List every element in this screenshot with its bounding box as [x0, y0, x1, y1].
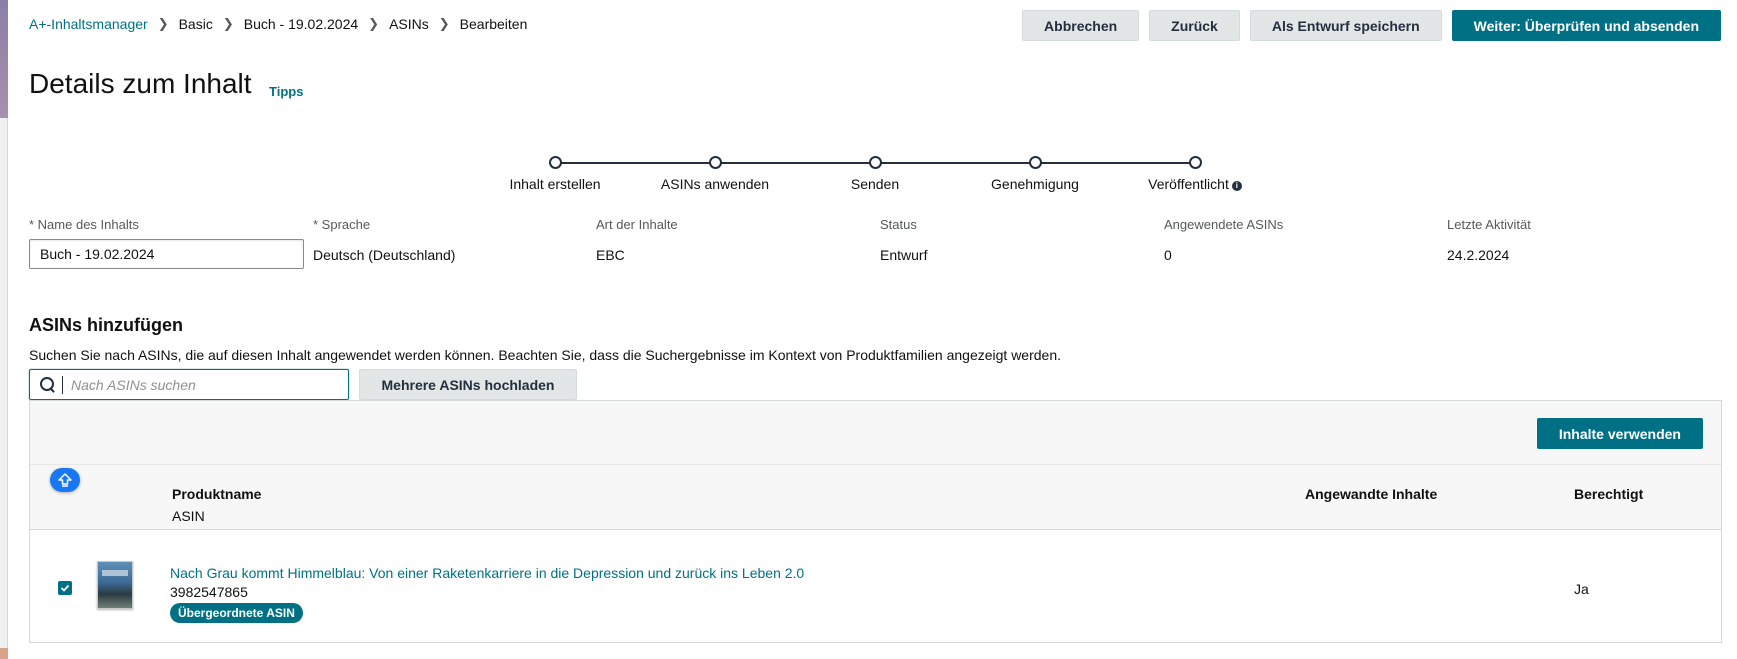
detail-value: Entwurf — [880, 247, 928, 263]
detail-label: * Sprache — [313, 217, 371, 232]
book-cover-thumbnail — [97, 561, 133, 609]
eligible-value: Ja — [1574, 581, 1589, 597]
parent-asin-badge: Übergeordnete ASIN — [170, 603, 303, 623]
asin-table: Inhalte verwenden Produktname ASIN Angew… — [29, 400, 1722, 643]
search-icon — [40, 376, 56, 393]
side-panel-edge — [0, 118, 8, 648]
breadcrumb-item-asins: ASINs — [389, 16, 429, 32]
step-label: Veröffentlicht i — [1115, 176, 1275, 192]
step-published: Veröffentlicht i — [1115, 156, 1275, 192]
column-header-asin: ASIN — [172, 508, 205, 524]
step-apply-asins: ASINs anwenden — [635, 156, 795, 192]
detail-label: Angewendete ASINs — [1164, 217, 1284, 232]
cancel-button[interactable]: Abbrechen — [1022, 10, 1140, 41]
step-circle-icon — [1188, 156, 1202, 169]
step-circle-icon — [868, 156, 882, 169]
step-circle-icon — [1028, 156, 1042, 169]
detail-value: 24.2.2024 — [1447, 247, 1510, 263]
step-create-content: Inhalt erstellen — [475, 156, 635, 192]
step-send: Senden — [795, 156, 955, 192]
column-header-product[interactable]: Produktname ASIN — [172, 486, 261, 524]
save-draft-button[interactable]: Als Entwurf speichern — [1249, 10, 1442, 41]
detail-value: EBC — [596, 247, 625, 263]
asin-search-box — [29, 369, 349, 400]
back-button[interactable]: Zurück — [1149, 10, 1240, 41]
use-content-button[interactable]: Inhalte verwenden — [1536, 418, 1703, 449]
column-header-product-name: Produktname — [172, 486, 262, 502]
detail-label: Status — [880, 217, 917, 232]
column-header-applied-content[interactable]: Angewandte Inhalte — [1305, 486, 1437, 502]
detail-label: Art der Inhalte — [596, 217, 678, 232]
row-checkbox[interactable] — [58, 581, 72, 595]
desktop-edge — [0, 0, 8, 659]
chevron-right-icon: ❯ — [157, 16, 169, 31]
detail-applied-asins: Angewendete ASINs 0 — [1164, 217, 1283, 263]
step-label-text: Veröffentlicht — [1148, 176, 1229, 192]
breadcrumb: A+-Inhaltsmanager ❯ Basic ❯ Buch - 19.02… — [29, 16, 527, 32]
detail-label: * Name des Inhalts — [29, 217, 139, 232]
detail-content-name: * Name des Inhalts — [29, 217, 304, 269]
next-review-submit-button[interactable]: Weiter: Überprüfen und absenden — [1451, 10, 1721, 41]
step-approval: Genehmigung — [955, 156, 1115, 192]
action-bar: Abbrechen Zurück Als Entwurf speichern W… — [1022, 10, 1721, 41]
progress-stepper: Inhalt erstellen ASINs anwenden Senden G… — [490, 156, 1242, 196]
info-icon[interactable]: i — [1231, 181, 1242, 191]
checkmark-icon — [60, 584, 70, 592]
step-circle-icon — [708, 156, 722, 169]
detail-status: Status Entwurf — [880, 217, 927, 263]
step-label: Genehmigung — [991, 176, 1079, 192]
step-label: ASINs anwenden — [660, 176, 770, 192]
detail-content-type: Art der Inhalte EBC — [596, 217, 678, 263]
step-label: Senden — [850, 176, 900, 192]
section-title-add-asins: ASINs hinzufügen — [29, 315, 183, 335]
breadcrumb-item-content: Buch - 19.02.2024 — [243, 16, 359, 32]
scroll-to-top-icon[interactable] — [50, 468, 80, 492]
breadcrumb-item-edit: Bearbeiten — [459, 16, 528, 32]
detail-value: 0 — [1164, 247, 1172, 263]
detail-label: Letzte Aktivität — [1447, 217, 1531, 232]
table-header: Produktname ASIN Angewandte Inhalte Bere… — [30, 465, 1721, 530]
content-name-input[interactable] — [29, 239, 304, 269]
tips-link[interactable]: Tipps — [269, 84, 303, 99]
column-header-eligible[interactable]: Berechtigt — [1574, 486, 1643, 502]
table-row: Nach Grau kommt Himmelblau: Von einer Ra… — [30, 530, 1721, 642]
detail-value: Deutsch (Deutschland) — [313, 247, 456, 263]
chevron-right-icon: ❯ — [368, 16, 380, 31]
asin-search-input[interactable] — [62, 375, 348, 394]
step-label: Inhalt erstellen — [509, 176, 601, 192]
product-asin: 3982547865 — [170, 584, 248, 600]
breadcrumb-item-inhaltsmanager[interactable]: A+-Inhaltsmanager — [29, 16, 148, 32]
chevron-right-icon: ❯ — [222, 16, 234, 31]
upload-multiple-asins-button[interactable]: Mehrere ASINs hochladen — [359, 369, 577, 400]
detail-language: * Sprache Deutsch (Deutschland) — [313, 217, 455, 263]
product-title-link[interactable]: Nach Grau kommt Himmelblau: Von einer Ra… — [170, 565, 804, 581]
section-description: Suchen Sie nach ASINs, die auf diesen In… — [29, 347, 1061, 363]
table-toolbar: Inhalte verwenden — [30, 401, 1721, 465]
page-title: Details zum Inhalt — [29, 68, 252, 99]
step-circle-icon — [548, 156, 562, 169]
chevron-right-icon: ❯ — [438, 16, 450, 31]
breadcrumb-item-basic: Basic — [178, 16, 213, 32]
detail-last-activity: Letzte Aktivität 24.2.2024 — [1447, 217, 1531, 263]
arrow-up-icon — [58, 473, 72, 487]
